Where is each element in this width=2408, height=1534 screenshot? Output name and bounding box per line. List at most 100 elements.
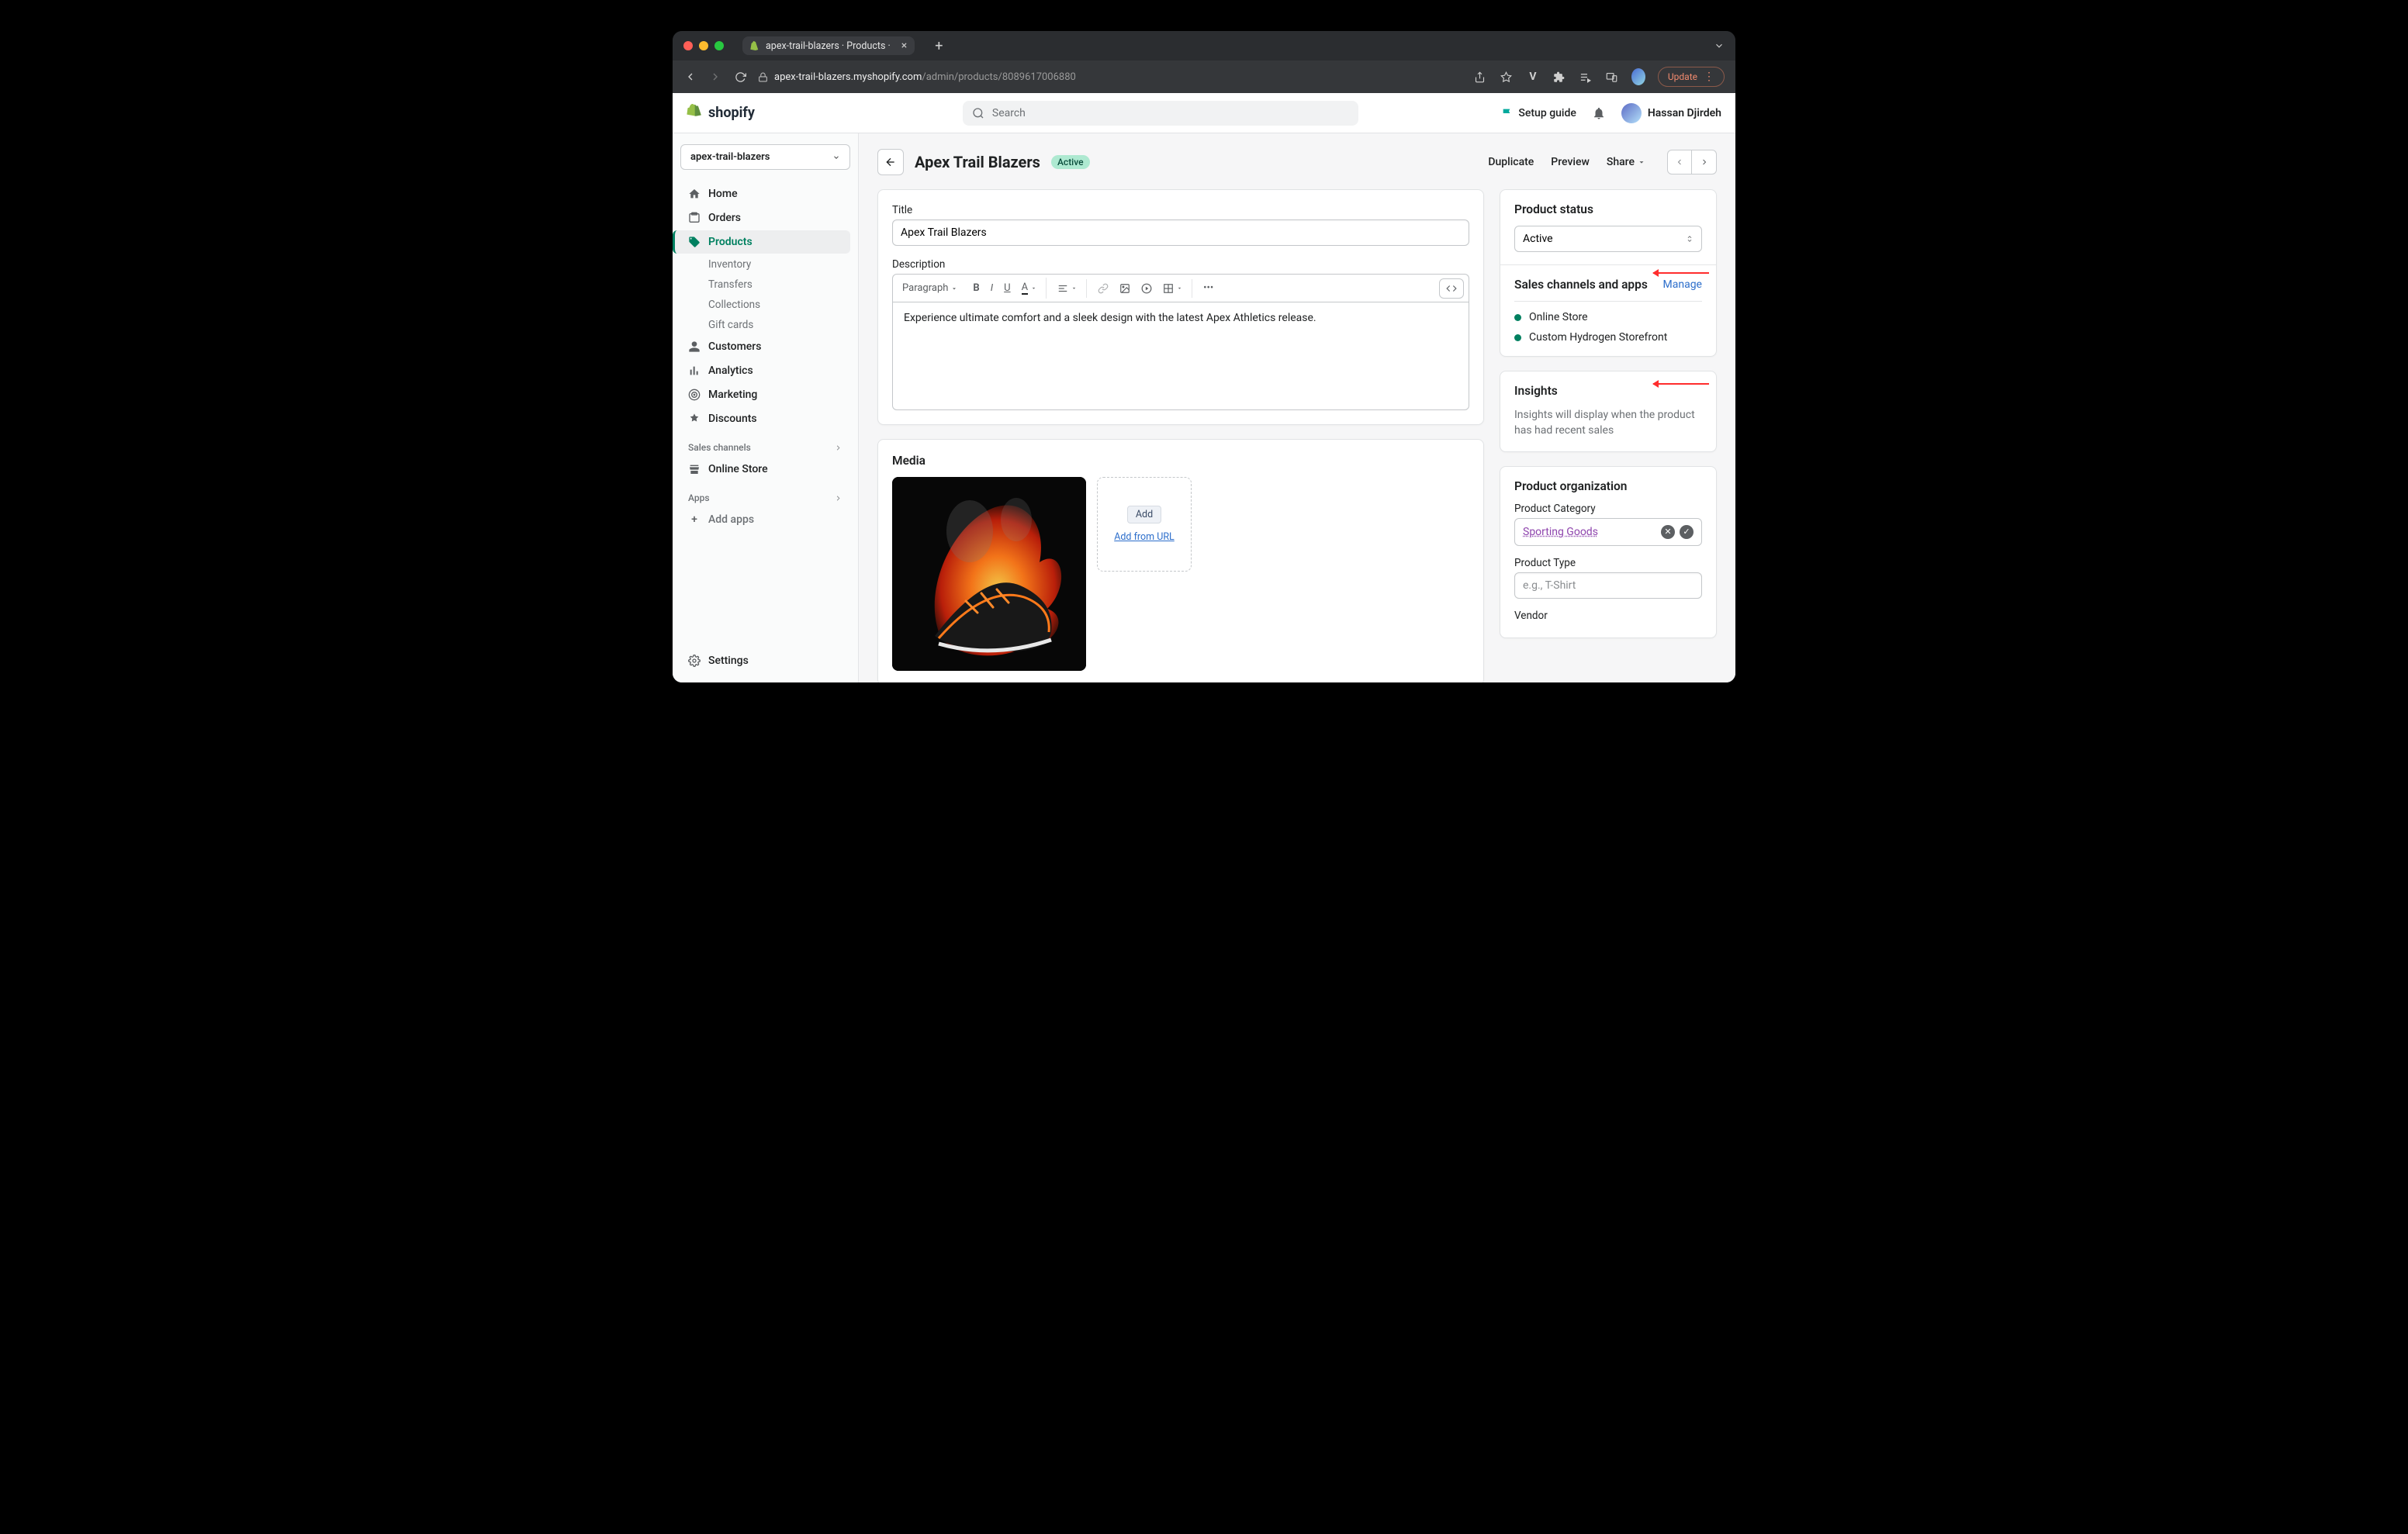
annotation-arrow-status — [1653, 272, 1709, 274]
title-input[interactable] — [892, 219, 1469, 246]
sidebar-item-discounts[interactable]: Discounts — [680, 407, 850, 430]
user-avatar-icon — [1621, 103, 1642, 123]
next-product-button[interactable] — [1692, 150, 1717, 174]
reload-icon[interactable] — [733, 71, 747, 83]
type-input[interactable] — [1514, 572, 1702, 599]
media-heading: Media — [892, 454, 1469, 468]
media-thumbnail[interactable] — [892, 477, 1086, 671]
status-select[interactable]: Active — [1514, 226, 1702, 252]
sidebar-settings[interactable]: Settings — [680, 648, 850, 673]
customers-icon — [688, 340, 701, 353]
title-description-card: Title Description Paragraph B I — [877, 189, 1484, 425]
close-tab-icon[interactable]: × — [901, 40, 907, 52]
rte-toolbar: Paragraph B I U A — [892, 274, 1469, 302]
link-button[interactable] — [1093, 279, 1113, 298]
sidebar-sub-collections[interactable]: Collections — [680, 295, 850, 315]
align-button[interactable] — [1053, 279, 1081, 298]
close-window[interactable] — [683, 41, 693, 50]
paragraph-dropdown[interactable]: Paragraph — [898, 278, 962, 298]
flag-icon — [1501, 107, 1514, 119]
analytics-icon — [688, 364, 701, 377]
html-view-button[interactable] — [1439, 278, 1464, 299]
tab-title: apex-trail-blazers · Products · — [766, 40, 891, 52]
status-badge: Active — [1051, 155, 1090, 169]
sidebar-add-apps[interactable]: + Add apps — [680, 508, 850, 531]
sidebar-item-online-store[interactable]: Online Store — [680, 458, 850, 481]
store-icon — [688, 463, 701, 475]
sidebar-item-marketing[interactable]: Marketing — [680, 383, 850, 406]
arrow-left-icon — [884, 156, 897, 168]
chevron-right-icon[interactable] — [834, 494, 842, 503]
channel-online-store: Online Store — [1514, 311, 1702, 323]
profile-avatar-icon[interactable] — [1631, 68, 1645, 85]
description-editor[interactable]: Experience ultimate comfort and a sleek … — [892, 302, 1469, 410]
share-ios-icon[interactable] — [1473, 71, 1487, 83]
insights-heading: Insights — [1514, 384, 1702, 398]
image-button[interactable] — [1115, 279, 1135, 298]
address-field[interactable]: apex-trail-blazers.myshopify.com/admin/p… — [758, 71, 1462, 83]
video-button[interactable] — [1137, 279, 1157, 298]
sidebar-item-products[interactable]: Products — [673, 230, 850, 254]
nav-back-icon[interactable] — [683, 71, 697, 83]
product-pager — [1667, 150, 1717, 174]
sidebar-sub-inventory[interactable]: Inventory — [680, 254, 850, 275]
add-media-button[interactable]: Add — [1127, 506, 1161, 523]
clear-category-icon[interactable]: ✕ — [1661, 525, 1675, 539]
prev-product-button[interactable] — [1667, 150, 1692, 174]
maximize-window[interactable] — [714, 41, 724, 50]
sidebar-item-home[interactable]: Home — [680, 182, 850, 206]
devices-icon[interactable] — [1605, 71, 1619, 83]
chevron-right-icon[interactable] — [834, 444, 842, 452]
type-label: Product Type — [1514, 557, 1702, 569]
sidebar-nav: apex-trail-blazers Home Orders Products … — [673, 133, 859, 682]
share-button[interactable]: Share — [1604, 151, 1649, 173]
shopify-logo[interactable]: shopify — [687, 104, 755, 123]
notifications-icon[interactable] — [1592, 106, 1606, 120]
sidebar-item-analytics[interactable]: Analytics — [680, 359, 850, 382]
apps-heading: Apps — [680, 482, 850, 508]
global-search[interactable]: Search — [963, 101, 1358, 126]
minimize-window[interactable] — [699, 41, 708, 50]
user-menu[interactable]: Hassan Djirdeh — [1621, 103, 1721, 123]
sidebar-item-customers[interactable]: Customers — [680, 335, 850, 358]
chevron-down-icon — [832, 154, 840, 161]
text-color-button[interactable]: A — [1017, 278, 1041, 299]
duplicate-button[interactable]: Duplicate — [1485, 151, 1537, 173]
add-from-url-link[interactable]: Add from URL — [1114, 531, 1175, 543]
confirm-category-icon[interactable]: ✓ — [1680, 525, 1694, 539]
chrome-menu-icon[interactable]: ⋮ — [1704, 71, 1714, 83]
marketing-icon — [688, 389, 701, 401]
more-button[interactable]: ••• — [1199, 278, 1218, 298]
window-menu-icon[interactable] — [1714, 40, 1725, 51]
playlist-icon[interactable] — [1579, 71, 1593, 83]
app-topbar: shopify Search Setup guide Hassan Djirde… — [673, 93, 1735, 133]
underline-button[interactable]: U — [999, 278, 1015, 298]
vendor-label: Vendor — [1514, 610, 1702, 622]
browser-address-bar: apex-trail-blazers.myshopify.com/admin/p… — [673, 60, 1735, 93]
extension-v-icon[interactable]: V — [1526, 71, 1540, 83]
sidebar-sub-giftcards[interactable]: Gift cards — [680, 315, 850, 335]
category-input[interactable]: Sporting Goods ✕ ✓ — [1514, 518, 1702, 546]
bold-button[interactable]: B — [968, 278, 984, 298]
lock-icon — [758, 72, 768, 82]
media-add-zone[interactable]: Add Add from URL — [1097, 477, 1192, 572]
preview-button[interactable]: Preview — [1548, 151, 1593, 173]
star-icon[interactable] — [1500, 71, 1514, 83]
organization-card: Product organization Product Category Sp… — [1500, 466, 1717, 638]
back-button[interactable] — [877, 149, 904, 175]
italic-button[interactable]: I — [986, 278, 998, 298]
browser-tab[interactable]: apex-trail-blazers · Products · × — [742, 36, 915, 55]
nav-forward-icon[interactable] — [708, 71, 722, 83]
update-button[interactable]: Update ⋮ — [1658, 67, 1725, 87]
manage-channels-link[interactable]: Manage — [1663, 278, 1702, 291]
home-icon — [688, 188, 701, 200]
table-button[interactable] — [1158, 279, 1187, 298]
page-title: Apex Trail Blazers — [915, 153, 1040, 171]
search-icon — [972, 107, 984, 119]
store-selector[interactable]: apex-trail-blazers — [680, 144, 850, 170]
extensions-icon[interactable] — [1552, 71, 1566, 83]
sidebar-sub-transfers[interactable]: Transfers — [680, 275, 850, 295]
sidebar-item-orders[interactable]: Orders — [680, 206, 850, 230]
new-tab-button[interactable]: + — [935, 38, 943, 54]
setup-guide-link[interactable]: Setup guide — [1501, 107, 1576, 119]
